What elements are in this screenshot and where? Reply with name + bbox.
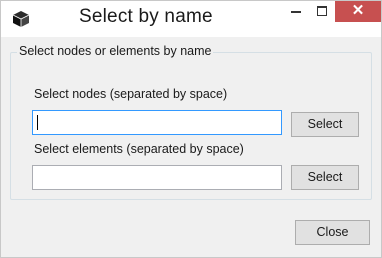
nodes-input[interactable] (32, 110, 282, 135)
window-title: Select by name (79, 6, 213, 27)
select-nodes-button[interactable]: Select (291, 112, 359, 137)
minimize-button[interactable] (283, 1, 309, 22)
maximize-button[interactable] (309, 1, 335, 22)
close-icon: ✕ (351, 2, 365, 19)
dialog-window: Select by name ✕ Select nodes or element… (0, 0, 382, 258)
title-bar[interactable]: Select by name ✕ (1, 1, 381, 37)
close-button[interactable]: Close (295, 220, 370, 245)
elements-label: Select elements (separated by space) (34, 142, 244, 156)
maximize-icon (317, 6, 327, 16)
window-close-button[interactable]: ✕ (335, 1, 381, 22)
elements-input[interactable] (32, 165, 282, 190)
cube-icon (12, 11, 30, 27)
minimize-icon (291, 11, 301, 13)
groupbox-legend: Select nodes or elements by name (17, 44, 214, 58)
select-elements-button[interactable]: Select (291, 165, 359, 190)
nodes-label: Select nodes (separated by space) (34, 87, 228, 101)
text-caret (37, 115, 38, 130)
